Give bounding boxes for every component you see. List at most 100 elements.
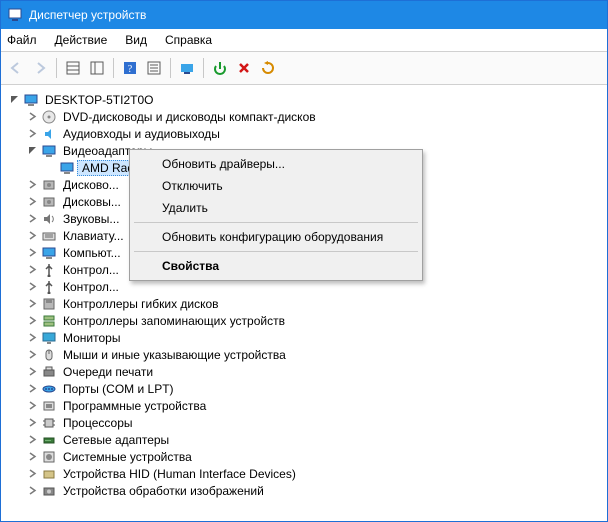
svg-text:?: ? bbox=[128, 64, 133, 75]
tree-category[interactable]: Сетевые адаптеры bbox=[5, 431, 603, 448]
ctx-properties[interactable]: Свойства bbox=[132, 255, 420, 277]
tree-root[interactable]: DESKTOP-5TI2T0O bbox=[5, 91, 603, 108]
toolbar-update-driver-icon[interactable] bbox=[176, 57, 198, 79]
category-icon bbox=[41, 313, 57, 329]
chevron-right-icon[interactable] bbox=[25, 469, 39, 478]
category-icon bbox=[41, 245, 57, 261]
tree-category[interactable]: Мониторы bbox=[5, 329, 603, 346]
chevron-down-icon[interactable] bbox=[25, 146, 39, 155]
category-label: Контрол... bbox=[61, 280, 121, 294]
tree-category[interactable]: Процессоры bbox=[5, 414, 603, 431]
chevron-right-icon[interactable] bbox=[25, 214, 39, 223]
tree-category[interactable]: Контроллеры гибких дисков bbox=[5, 295, 603, 312]
menubar: Файл Действие Вид Справка bbox=[1, 29, 607, 52]
toolbar-showhide-icon[interactable] bbox=[86, 57, 108, 79]
ctx-remove[interactable]: Удалить bbox=[132, 197, 420, 219]
tree-category[interactable]: Очереди печати bbox=[5, 363, 603, 380]
category-label: Устройства HID (Human Interface Devices) bbox=[61, 467, 298, 481]
chevron-right-icon[interactable] bbox=[25, 384, 39, 393]
ctx-remove-label: Удалить bbox=[162, 201, 208, 215]
device-manager-window: Диспетчер устройств Файл Действие Вид Сп… bbox=[0, 0, 608, 522]
category-label: Аудиовходы и аудиовыходы bbox=[61, 127, 222, 141]
device-icon bbox=[59, 160, 75, 176]
chevron-right-icon[interactable] bbox=[25, 418, 39, 427]
titlebar: Диспетчер устройств bbox=[1, 1, 607, 29]
chevron-right-icon[interactable] bbox=[25, 401, 39, 410]
category-label: Процессоры bbox=[61, 416, 135, 430]
tree-category[interactable]: DVD-дисководы и дисководы компакт-дисков bbox=[5, 108, 603, 125]
chevron-right-icon[interactable] bbox=[25, 112, 39, 121]
chevron-right-icon[interactable] bbox=[25, 265, 39, 274]
ctx-scan-hardware[interactable]: Обновить конфигурацию оборудования bbox=[132, 226, 420, 248]
category-label: Сетевые адаптеры bbox=[61, 433, 171, 447]
category-label: Мыши и иные указывающие устройства bbox=[61, 348, 288, 362]
category-icon bbox=[41, 143, 57, 159]
chevron-down-icon[interactable] bbox=[7, 95, 21, 104]
category-icon bbox=[41, 109, 57, 125]
ctx-separator bbox=[134, 251, 418, 252]
ctx-scan-hardware-label: Обновить конфигурацию оборудования bbox=[162, 230, 383, 244]
chevron-right-icon[interactable] bbox=[25, 452, 39, 461]
chevron-right-icon[interactable] bbox=[25, 129, 39, 138]
ctx-disable[interactable]: Отключить bbox=[132, 175, 420, 197]
chevron-right-icon[interactable] bbox=[25, 180, 39, 189]
tree-category[interactable]: Программные устройства bbox=[5, 397, 603, 414]
category-icon bbox=[41, 483, 57, 499]
chevron-right-icon[interactable] bbox=[25, 367, 39, 376]
chevron-right-icon[interactable] bbox=[25, 248, 39, 257]
menu-file[interactable]: Файл bbox=[7, 33, 37, 47]
tree-category[interactable]: Устройства обработки изображений bbox=[5, 482, 603, 499]
category-label: Контроллеры запоминающих устройств bbox=[61, 314, 287, 328]
category-icon bbox=[41, 330, 57, 346]
toolbar-back-icon[interactable] bbox=[5, 57, 27, 79]
chevron-right-icon[interactable] bbox=[25, 231, 39, 240]
category-icon bbox=[41, 347, 57, 363]
toolbar-help-icon[interactable]: ? bbox=[119, 57, 141, 79]
toolbar-forward-icon[interactable] bbox=[29, 57, 51, 79]
toolbar-enable-icon[interactable] bbox=[209, 57, 231, 79]
category-label: DVD-дисководы и дисководы компакт-дисков bbox=[61, 110, 318, 124]
tree-category[interactable]: Мыши и иные указывающие устройства bbox=[5, 346, 603, 363]
category-icon bbox=[41, 228, 57, 244]
ctx-separator bbox=[134, 222, 418, 223]
chevron-right-icon[interactable] bbox=[25, 316, 39, 325]
tree-category[interactable]: Порты (COM и LPT) bbox=[5, 380, 603, 397]
category-label: Программные устройства bbox=[61, 399, 208, 413]
ctx-update-drivers[interactable]: Обновить драйверы... bbox=[132, 153, 420, 175]
toolbar-detail-icon[interactable] bbox=[62, 57, 84, 79]
tree-category[interactable]: Устройства HID (Human Interface Devices) bbox=[5, 465, 603, 482]
menu-view[interactable]: Вид bbox=[125, 33, 147, 47]
tree-category[interactable]: Аудиовходы и аудиовыходы bbox=[5, 125, 603, 142]
toolbar-scan-icon[interactable] bbox=[257, 57, 279, 79]
category-label: Контроллеры гибких дисков bbox=[61, 297, 221, 311]
toolbar-uninstall-icon[interactable] bbox=[233, 57, 255, 79]
toolbar-separator bbox=[56, 58, 57, 78]
category-icon bbox=[41, 194, 57, 210]
chevron-right-icon[interactable] bbox=[25, 350, 39, 359]
toolbar-separator bbox=[170, 58, 171, 78]
chevron-right-icon[interactable] bbox=[25, 333, 39, 342]
category-icon bbox=[41, 364, 57, 380]
tree-category[interactable]: Системные устройства bbox=[5, 448, 603, 465]
toolbar-separator bbox=[113, 58, 114, 78]
category-label: Системные устройства bbox=[61, 450, 194, 464]
menu-action[interactable]: Действие bbox=[55, 33, 108, 47]
category-icon bbox=[41, 211, 57, 227]
menu-help[interactable]: Справка bbox=[165, 33, 212, 47]
chevron-right-icon[interactable] bbox=[25, 282, 39, 291]
category-label: Очереди печати bbox=[61, 365, 155, 379]
category-icon bbox=[41, 296, 57, 312]
chevron-right-icon[interactable] bbox=[25, 197, 39, 206]
chevron-right-icon[interactable] bbox=[25, 435, 39, 444]
category-label: Дисково... bbox=[61, 178, 121, 192]
chevron-right-icon[interactable] bbox=[25, 486, 39, 495]
ctx-disable-label: Отключить bbox=[162, 179, 223, 193]
ctx-update-drivers-label: Обновить драйверы... bbox=[162, 157, 285, 171]
chevron-right-icon[interactable] bbox=[25, 299, 39, 308]
category-label: Порты (COM и LPT) bbox=[61, 382, 176, 396]
toolbar-properties-icon[interactable] bbox=[143, 57, 165, 79]
category-label: Дисковы... bbox=[61, 195, 123, 209]
app-icon bbox=[7, 7, 23, 23]
tree-category[interactable]: Контроллеры запоминающих устройств bbox=[5, 312, 603, 329]
category-label: Мониторы bbox=[61, 331, 122, 345]
